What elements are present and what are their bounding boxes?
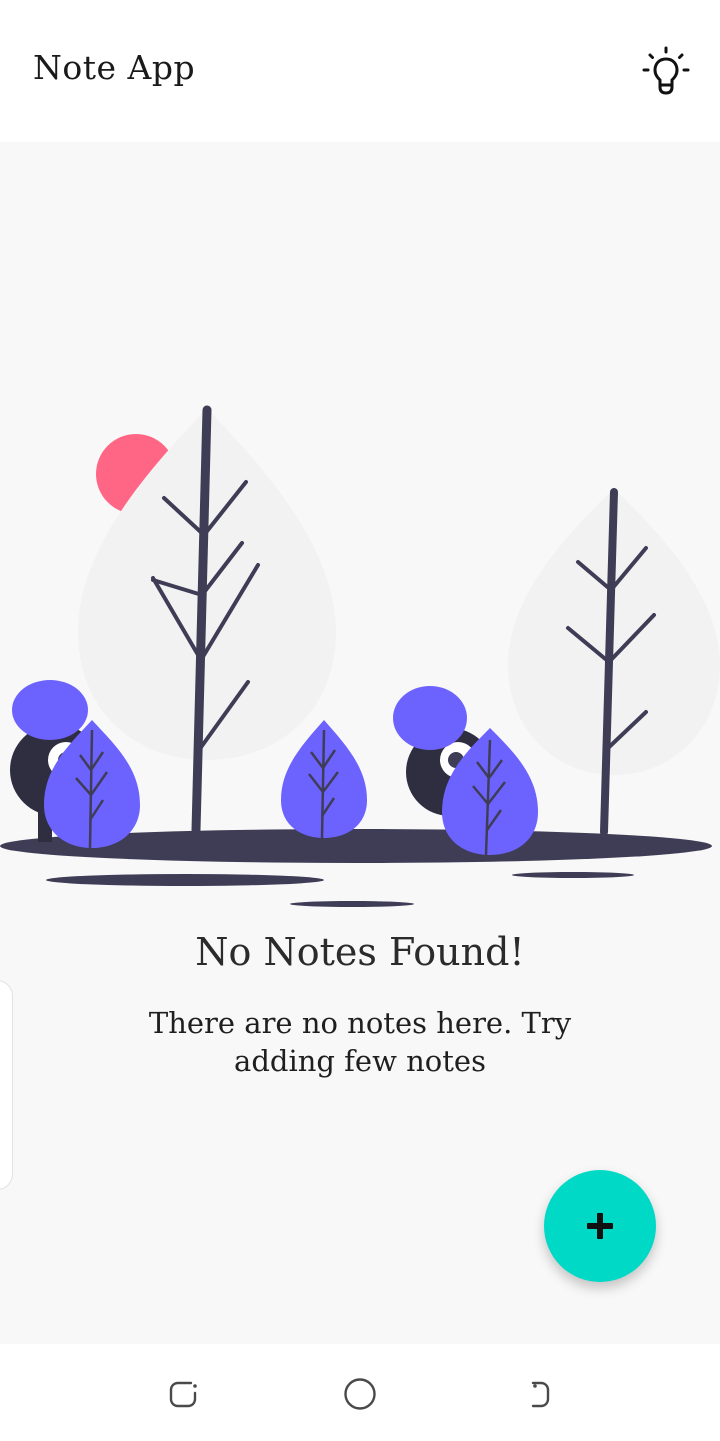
app-bar: Note App: [0, 0, 720, 142]
empty-notes-illustration: [0, 405, 720, 907]
empty-state-title: No Notes Found!: [195, 930, 525, 974]
system-navigation-bar: [0, 1344, 720, 1441]
lightbulb-icon: [642, 46, 690, 95]
empty-state-message: There are no notes here. Try adding few …: [148, 1006, 572, 1078]
home-icon: [344, 1378, 376, 1410]
app-title: Note App: [33, 48, 196, 87]
home-button[interactable]: [332, 1366, 388, 1422]
theme-toggle-button[interactable]: [636, 42, 696, 102]
add-note-button[interactable]: [544, 1170, 656, 1282]
shadow-left: [46, 874, 324, 886]
recent-apps-button[interactable]: [156, 1366, 212, 1422]
shadow-middle: [290, 901, 414, 907]
back-icon: [531, 1381, 550, 1408]
bush-middle: [281, 720, 367, 839]
plus-icon: [587, 1213, 613, 1239]
shadow-right: [512, 872, 634, 878]
edge-panel-handle[interactable]: [0, 980, 13, 1190]
recent-apps-icon: [169, 1381, 197, 1408]
back-button[interactable]: [508, 1366, 564, 1422]
